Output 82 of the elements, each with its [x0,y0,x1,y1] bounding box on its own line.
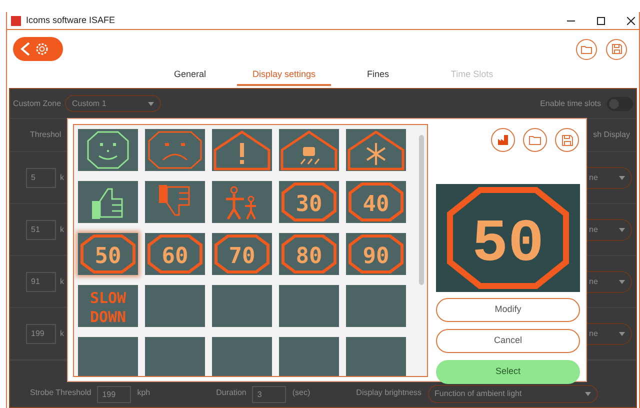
speed-limit-tile[interactable]: 40 [346,181,406,223]
close-icon[interactable] [627,16,635,24]
slippery-road-sign-icon [280,130,338,170]
folder-icon [581,44,592,54]
speed-limit-tile[interactable]: 80 [279,233,339,275]
display-brightness-dropdown[interactable]: Function of ambient light [428,385,598,403]
empty-sign-tile[interactable] [78,337,138,376]
caret-icon [148,102,154,106]
sign-tile[interactable] [279,129,339,171]
dialog-button[interactable]: Modify [436,298,580,322]
tab[interactable]: Fines [331,68,425,86]
empty-sign-tile[interactable] [145,285,205,327]
speed-limit-tile[interactable]: 30 [279,181,339,223]
caret-icon [619,280,625,284]
open-folder-button[interactable] [576,38,597,60]
sign-preview: 50 [436,184,580,292]
empty-sign-tile[interactable] [279,285,339,327]
caret-icon [619,228,625,232]
thumbs-down-icon [159,185,190,216]
maximize-icon[interactable] [597,16,605,24]
app-logo-icon [11,16,21,26]
unit-label: kph [137,387,150,399]
caret-icon [619,176,625,180]
slow-down-tile[interactable]: SLOW DOWN [78,285,138,327]
empty-sign-tile[interactable] [346,337,406,376]
unit-label: (sec) [292,387,310,399]
speed-limit-tile[interactable]: 90 [346,233,406,275]
threshold-header: Threshol [30,129,62,141]
save-button[interactable] [606,38,627,60]
children-crossing-icon [224,186,257,220]
back-chevron-icon [19,42,31,56]
threshold-input[interactable]: 199 [26,324,56,344]
unit-label: k [60,224,64,236]
custom-zone-dropdown[interactable]: Custom 1 [65,95,162,112]
sign-tile[interactable] [346,129,406,171]
thumbs-up-icon [92,188,123,219]
save-button[interactable] [555,128,579,152]
gear-icon [34,41,50,57]
sign-tile[interactable] [78,129,138,171]
empty-sign-tile[interactable] [346,285,406,327]
caret-icon [619,332,625,336]
flash-display-header: sh Display [593,129,630,141]
duration-label: Duration [216,387,246,399]
tab[interactable]: Display settings [237,68,331,86]
duration-input[interactable]: 3 [252,386,286,403]
smiley-face-icon [87,131,129,169]
custom-zone-label: Custom Zone [13,98,62,110]
empty-sign-tile[interactable] [145,337,205,376]
dialog-button[interactable]: Select [436,360,580,384]
sign-tile[interactable] [145,129,205,171]
snowflake-sign-icon [348,130,404,170]
sign-tile[interactable] [212,129,272,171]
strobe-threshold-label: Strobe Threshold [30,387,92,399]
sign-tile[interactable] [145,181,205,223]
open-folder-button[interactable] [523,128,547,152]
display-brightness-label: Display brightness [356,387,422,399]
factory-icon [498,135,508,145]
window-title: Icoms software ISAFE [26,14,116,27]
dialog-button[interactable]: Cancel [436,329,580,353]
threshold-input[interactable]: 5 [26,168,56,188]
unit-label: k [60,328,64,340]
tab[interactable]: General [143,68,237,86]
empty-sign-tile[interactable] [279,337,339,376]
unit-label: k [60,276,64,288]
back-settings-button[interactable] [13,37,63,61]
unit-label: k [60,172,64,184]
caret-icon [584,392,591,396]
threshold-input[interactable]: 91 [26,272,56,292]
speed-limit-tile[interactable]: 60 [145,233,205,275]
warning-sign-icon [214,130,270,170]
strobe-threshold-input[interactable]: 199 [97,386,132,403]
speed-limit-tile[interactable]: 50 [78,233,138,275]
enable-time-slots-label: Enable time slots [540,98,601,110]
speed-limit-tile[interactable]: 70 [212,233,272,275]
threshold-input[interactable]: 51 [26,220,56,240]
sign-tile[interactable] [78,181,138,223]
factory-button[interactable] [491,128,515,152]
sad-face-icon [148,131,202,169]
empty-sign-tile[interactable] [212,337,272,376]
sign-tile[interactable] [212,181,272,223]
empty-sign-tile[interactable] [212,285,272,327]
folder-icon [529,135,541,145]
